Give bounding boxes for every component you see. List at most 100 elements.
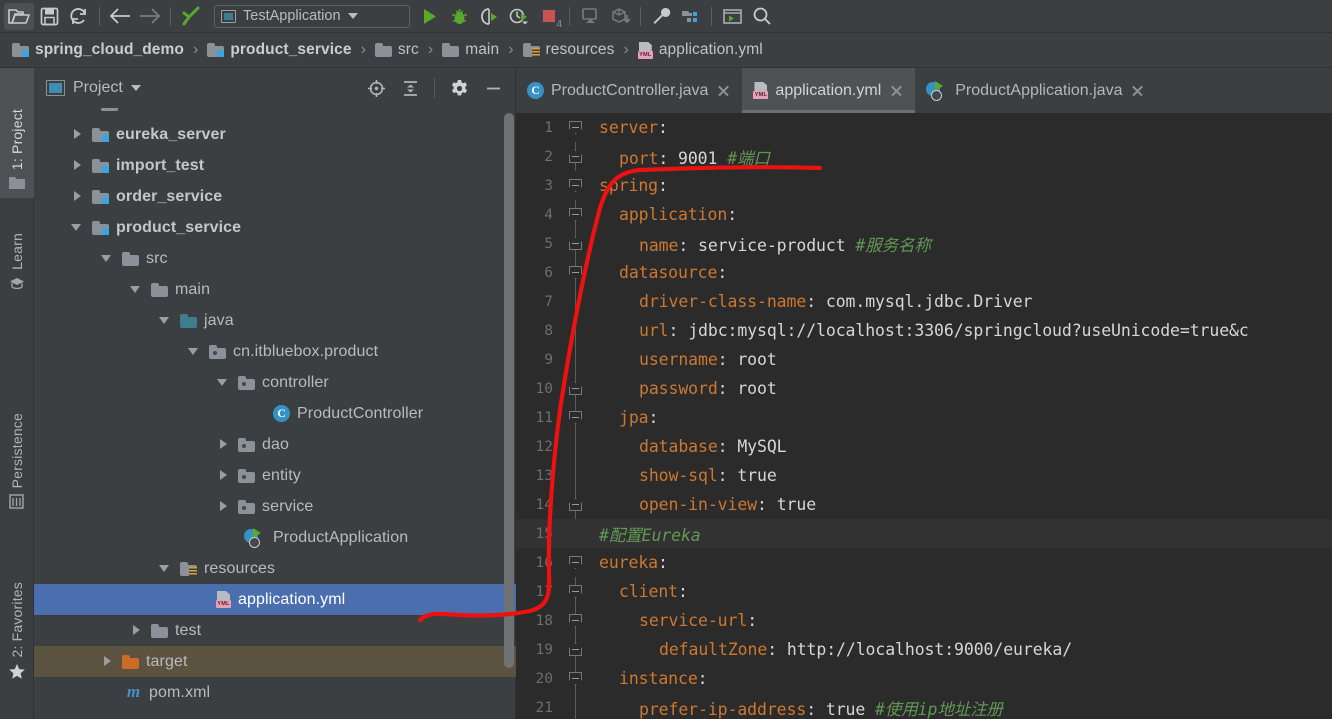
- project-tree[interactable]: eureka_server import_test order_service …: [34, 108, 516, 719]
- expand-arrow-icon[interactable]: [129, 623, 144, 638]
- save-all-icon[interactable]: [34, 3, 64, 30]
- locate-file-icon[interactable]: [363, 75, 389, 101]
- update-app-icon[interactable]: [575, 3, 605, 30]
- gutter-fold-area[interactable]: [562, 316, 590, 345]
- code-line[interactable]: 21prefer-ip-address: true #使用ip地址注册: [516, 693, 1332, 719]
- gutter-fold-area[interactable]: [562, 577, 590, 606]
- fold-collapse-icon[interactable]: [569, 179, 582, 192]
- code-line[interactable]: 10password: root: [516, 374, 1332, 403]
- breadcrumb-item-application-yml[interactable]: YML application.yml: [636, 41, 765, 59]
- tree-row-product-controller[interactable]: C ProductController: [34, 398, 516, 429]
- tree-row-package-service[interactable]: service: [34, 491, 516, 522]
- collapse-arrow-icon[interactable]: [100, 251, 115, 266]
- code-line[interactable]: 7driver-class-name: com.mysql.jdbc.Drive…: [516, 287, 1332, 316]
- build-hammer-icon[interactable]: [176, 3, 206, 30]
- tree-row-target[interactable]: target: [34, 646, 516, 677]
- chevron-down-icon[interactable]: [131, 85, 141, 91]
- run-icon[interactable]: [414, 3, 444, 30]
- gutter-fold-area[interactable]: [562, 490, 590, 519]
- fold-end-icon[interactable]: [569, 382, 582, 395]
- gutter-fold-area[interactable]: [562, 287, 590, 316]
- editor-tab-product-controller[interactable]: C ProductController.java: [516, 68, 742, 113]
- run-configuration-selector[interactable]: TestApplication: [214, 5, 410, 28]
- tree-row-package-entity[interactable]: entity: [34, 460, 516, 491]
- gutter-fold-area[interactable]: [562, 432, 590, 461]
- code-line[interactable]: 11jpa:: [516, 403, 1332, 432]
- gutter-fold-area[interactable]: [562, 635, 590, 664]
- fold-end-icon[interactable]: [569, 150, 582, 163]
- fold-collapse-icon[interactable]: [569, 614, 582, 627]
- collapse-arrow-icon[interactable]: [158, 313, 173, 328]
- collapse-arrow-icon[interactable]: [70, 220, 85, 235]
- tree-row-java[interactable]: java: [34, 305, 516, 336]
- sidebar-item-favorites[interactable]: 2: Favorites: [0, 534, 34, 686]
- code-line[interactable]: 18service-url:: [516, 606, 1332, 635]
- sidebar-item-web[interactable]: Web: [0, 698, 34, 719]
- gutter-fold-area[interactable]: [562, 229, 590, 258]
- gutter-fold-area[interactable]: [562, 258, 590, 287]
- import-gradle-icon[interactable]: [605, 3, 635, 30]
- tree-row-order-service[interactable]: order_service: [34, 181, 516, 212]
- tree-row-application-yml[interactable]: YML application.yml: [34, 584, 516, 615]
- sidebar-item-persistence[interactable]: Persistence: [0, 368, 34, 516]
- fold-collapse-icon[interactable]: [569, 585, 582, 598]
- gutter-fold-area[interactable]: [562, 403, 590, 432]
- tree-row-test[interactable]: test: [34, 615, 516, 646]
- expand-arrow-icon[interactable]: [216, 437, 231, 452]
- code-line[interactable]: 15#配置Eureka: [516, 519, 1332, 548]
- terminal-run-icon[interactable]: [717, 3, 747, 30]
- gutter-fold-area[interactable]: [562, 142, 590, 171]
- tree-row-package-cn-itbluebox-product[interactable]: cn.itbluebox.product: [34, 336, 516, 367]
- debug-icon[interactable]: [444, 3, 474, 30]
- editor-tab-application-yml[interactable]: YML application.yml: [742, 68, 915, 113]
- gutter-fold-area[interactable]: [562, 548, 590, 577]
- fold-collapse-icon[interactable]: [569, 121, 582, 134]
- gutter-fold-area[interactable]: [562, 171, 590, 200]
- tree-row-package-dao[interactable]: dao: [34, 429, 516, 460]
- run-with-coverage-icon[interactable]: [474, 3, 504, 30]
- expand-arrow-icon[interactable]: [70, 189, 85, 204]
- gutter-fold-area[interactable]: [562, 113, 590, 142]
- expand-arrow-icon[interactable]: [70, 158, 85, 173]
- code-line[interactable]: 14open-in-view: true: [516, 490, 1332, 519]
- fold-collapse-icon[interactable]: [569, 208, 582, 221]
- tree-row-pom-xml[interactable]: m pom.xml: [34, 677, 516, 708]
- breadcrumb-item-src[interactable]: src: [373, 41, 421, 59]
- code-line[interactable]: 13show-sql: true: [516, 461, 1332, 490]
- code-line[interactable]: 17client:: [516, 577, 1332, 606]
- breadcrumb-item-spring-cloud-demo[interactable]: spring_cloud_demo: [10, 41, 186, 59]
- fold-end-icon[interactable]: [569, 237, 582, 250]
- code-line[interactable]: 1server:: [516, 113, 1332, 142]
- editor-tab-product-application[interactable]: ProductApplication.java: [915, 68, 1156, 113]
- code-line[interactable]: 4application:: [516, 200, 1332, 229]
- tree-row-clipped[interactable]: [34, 108, 516, 119]
- gutter-fold-area[interactable]: [562, 345, 590, 374]
- code-line[interactable]: 8url: jdbc:mysql://localhost:3306/spring…: [516, 316, 1332, 345]
- code-line[interactable]: 2port: 9001 #端口: [516, 142, 1332, 171]
- close-icon[interactable]: [889, 83, 904, 98]
- back-icon[interactable]: [105, 3, 135, 30]
- code-line[interactable]: 20instance:: [516, 664, 1332, 693]
- open-folder-icon[interactable]: [4, 3, 34, 30]
- sync-icon[interactable]: [64, 3, 94, 30]
- collapse-arrow-icon[interactable]: [129, 282, 144, 297]
- tree-row-product-service[interactable]: product_service: [34, 212, 516, 243]
- fold-collapse-icon[interactable]: [569, 266, 582, 279]
- fold-collapse-icon[interactable]: [569, 556, 582, 569]
- stop-icon[interactable]: 4: [534, 3, 564, 30]
- expand-arrow-icon[interactable]: [79, 108, 94, 111]
- code-editor[interactable]: 1server:2port: 9001 #端口3spring:4applicat…: [516, 113, 1332, 719]
- project-scrollbar[interactable]: [504, 113, 514, 668]
- breadcrumb-item-resources[interactable]: resources: [521, 41, 617, 59]
- project-structure-icon[interactable]: [676, 3, 706, 30]
- sidebar-item-project[interactable]: 1: Project: [0, 68, 34, 198]
- tree-row-import-test[interactable]: import_test: [34, 150, 516, 181]
- code-line[interactable]: 5name: service-product #服务名称: [516, 229, 1332, 258]
- gutter-fold-area[interactable]: [562, 200, 590, 229]
- collapse-arrow-icon[interactable]: [187, 344, 202, 359]
- collapse-arrow-icon[interactable]: [216, 375, 231, 390]
- breadcrumb-item-product-service[interactable]: product_service: [205, 41, 353, 59]
- gutter-fold-area[interactable]: [562, 664, 590, 693]
- code-line[interactable]: 19defaultZone: http://localhost:9000/eur…: [516, 635, 1332, 664]
- breadcrumb-item-main[interactable]: main: [440, 41, 501, 59]
